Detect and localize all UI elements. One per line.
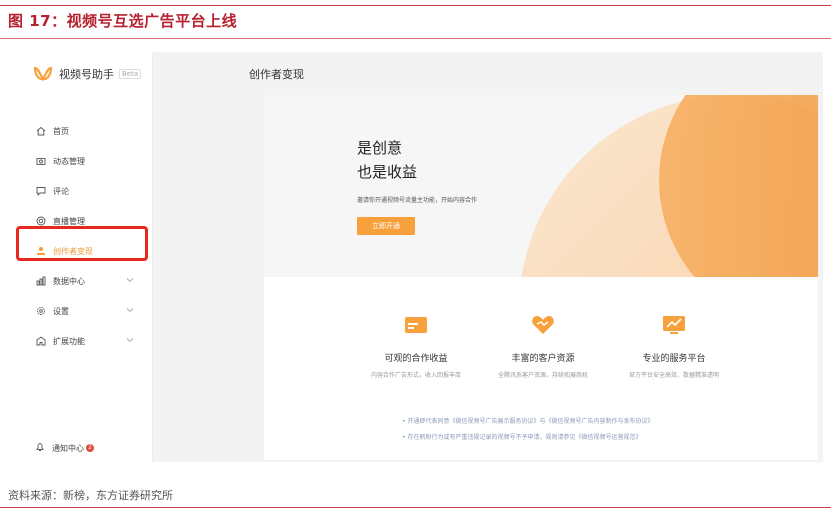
- chevron-down-icon[interactable]: [126, 276, 134, 284]
- chevron-down-icon[interactable]: [126, 336, 134, 344]
- page-title: 创作者变现: [249, 68, 304, 81]
- sidebar-item-comments[interactable]: 评论: [15, 176, 152, 206]
- sidebar-item-posts[interactable]: 动态管理: [15, 146, 152, 176]
- hero-banner: 是创意 也是收益 邀请你开通视频号流量主功能，开始内容合作 立即开通: [264, 95, 818, 277]
- trend-icon: [663, 316, 685, 334]
- hero-headline-1: 是创意: [357, 139, 403, 157]
- sidebar-item-label: 直播管理: [53, 216, 85, 226]
- feature-platform: 专业的服务平台 官方平台安全高效，数据精准透明: [599, 315, 749, 379]
- highlight-annotation: [16, 226, 148, 261]
- notification-badge: 2: [86, 444, 94, 452]
- sidebar-item-data-center[interactable]: 数据中心: [15, 266, 152, 296]
- gear-icon: [35, 306, 46, 317]
- feature-desc: 官方平台安全高效，数据精准透明: [628, 372, 719, 379]
- sidebar-item-home[interactable]: 首页: [15, 116, 152, 146]
- sidebar-item-extensions[interactable]: 扩展功能: [15, 326, 152, 356]
- feature-clients: 丰富的客户资源 全腾讯系客户资源，持续拓展商机: [468, 315, 618, 379]
- feature-title: 专业的服务平台: [642, 354, 706, 364]
- hero-subtitle: 邀请你开通视频号流量主功能，开始内容合作: [357, 197, 478, 204]
- chart-icon: [35, 276, 46, 287]
- title-rule: [0, 38, 831, 39]
- feature-title: 丰富的客户资源: [511, 354, 575, 364]
- live-icon: [35, 216, 46, 227]
- brand[interactable]: 视频号助手 Beta: [33, 65, 142, 83]
- notification-center[interactable]: 通知中心 2: [35, 442, 94, 454]
- extension-icon: [35, 336, 46, 347]
- top-rule: [0, 5, 831, 6]
- chevron-down-icon[interactable]: [126, 306, 134, 314]
- comment-icon: [35, 186, 46, 197]
- bell-icon: [35, 442, 45, 454]
- agreement-note[interactable]: • 开通即代表同意《微信视频号广告展示服务协议》与《微信视频号广告内容制作与发布…: [402, 416, 653, 425]
- home-icon: [35, 126, 46, 137]
- sidebar-item-settings[interactable]: 设置: [15, 296, 152, 326]
- monetization-card: 是创意 也是收益 邀请你开通视频号流量主功能，开始内容合作 立即开通 可观的合作…: [264, 95, 818, 460]
- sidebar-item-label: 评论: [53, 186, 69, 196]
- sidebar-item-label: 动态管理: [53, 156, 85, 166]
- figure-title: 图 17：视频号互选广告平台上线: [8, 12, 238, 30]
- card-icon: [405, 317, 427, 333]
- app-name: 视频号助手: [59, 68, 114, 81]
- hero-headline-2: 也是收益: [357, 163, 418, 181]
- handshake-icon: [532, 316, 554, 334]
- sidebar-item-label: 扩展功能: [53, 336, 85, 346]
- channels-logo-icon: [33, 66, 53, 82]
- beta-badge: Beta: [119, 69, 142, 79]
- sidebar-item-label: 首页: [53, 126, 69, 136]
- bottom-rule: [0, 507, 831, 508]
- hero-decoration: [521, 95, 818, 277]
- sidebar-item-label: 数据中心: [53, 276, 85, 286]
- activate-now-button[interactable]: 立即开通: [357, 217, 415, 235]
- feature-desc: 全腾讯系客户资源，持续拓展商机: [497, 372, 588, 379]
- sidebar-item-label: 设置: [53, 306, 69, 316]
- eligibility-note[interactable]: • 存在刷粉行为或有严重违规记录的视频号不予申请，规则请参见《微信视频号运营规范…: [402, 432, 641, 441]
- figure-source: 资料来源：新榜，东方证券研究所: [8, 489, 173, 502]
- notification-label: 通知中心: [52, 443, 84, 453]
- camera-icon: [35, 156, 46, 167]
